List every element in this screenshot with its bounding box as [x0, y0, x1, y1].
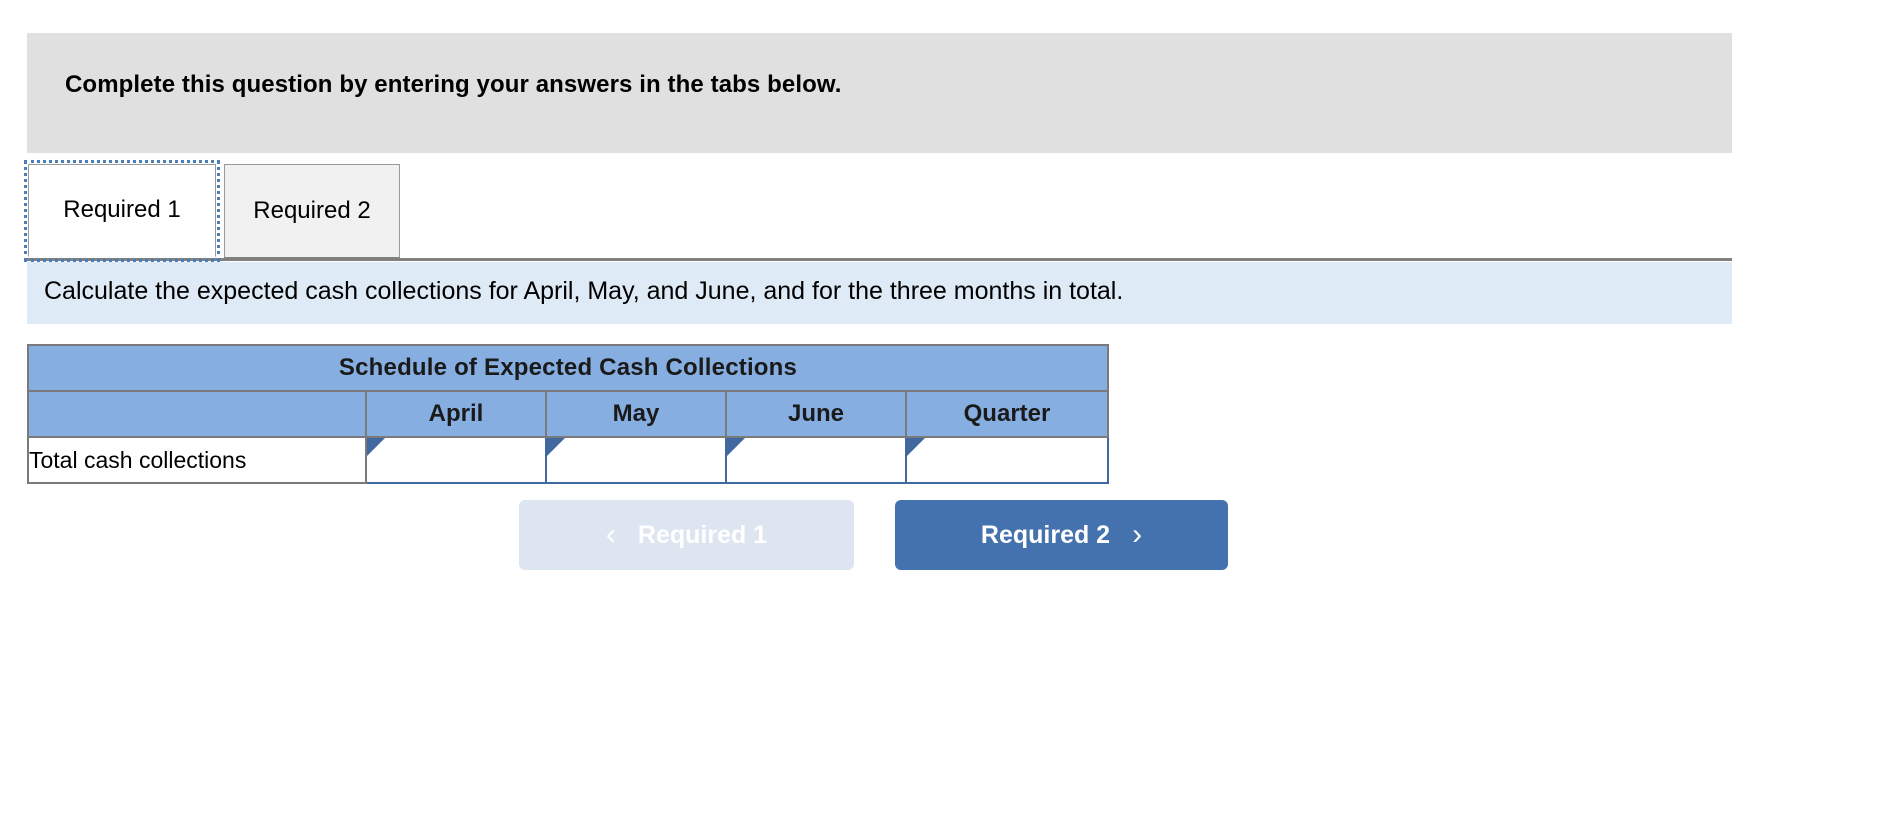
column-header-quarter: Quarter: [905, 390, 1109, 438]
tab-strip-baseline: [27, 258, 1732, 261]
input-cell-may[interactable]: [545, 436, 727, 484]
tab-required-2[interactable]: Required 2: [224, 164, 400, 258]
chevron-right-icon: ›: [1132, 518, 1143, 551]
input-cell-quarter[interactable]: [905, 436, 1109, 484]
column-header-april: April: [365, 390, 547, 438]
navigation-row: ‹ Required 1 Required 2 ›: [0, 500, 1894, 572]
table-header-row: April May June Quarter: [27, 390, 1109, 438]
tab-strip: Required 1 Required 2: [0, 158, 1894, 262]
tab-required-2-label: Required 2: [253, 197, 371, 224]
next-required-2-label: Required 2: [980, 520, 1111, 549]
row-label-total-cash-collections: Total cash collections: [27, 436, 367, 484]
question-banner-text: Complete this question by entering your …: [65, 71, 842, 98]
next-required-2-button[interactable]: Required 2 ›: [895, 500, 1228, 570]
requirement-strip: Calculate the expected cash collections …: [27, 262, 1732, 324]
column-header-june: June: [725, 390, 907, 438]
column-header-corner: [27, 390, 367, 438]
schedule-table-title: Schedule of Expected Cash Collections: [27, 344, 1109, 392]
chevron-left-icon: ‹: [605, 518, 616, 551]
tab-required-1-label: Required 1: [63, 196, 181, 223]
cell-marker-icon: [547, 438, 565, 456]
prev-required-1-button[interactable]: ‹ Required 1: [519, 500, 854, 570]
requirement-text: Calculate the expected cash collections …: [44, 277, 1124, 305]
tab-required-1[interactable]: Required 1: [28, 164, 216, 258]
table-title-row: Schedule of Expected Cash Collections: [27, 344, 1109, 392]
question-banner: Complete this question by entering your …: [27, 33, 1732, 153]
input-cell-april[interactable]: [365, 436, 547, 484]
schedule-table: Schedule of Expected Cash Collections Ap…: [27, 344, 1109, 484]
cell-marker-icon: [907, 438, 925, 456]
input-cell-june[interactable]: [725, 436, 907, 484]
table-row: Total cash collections: [27, 436, 1109, 484]
cell-marker-icon: [727, 438, 745, 456]
column-header-may: May: [545, 390, 727, 438]
cell-marker-icon: [367, 438, 385, 456]
prev-required-1-label: Required 1: [637, 520, 768, 549]
